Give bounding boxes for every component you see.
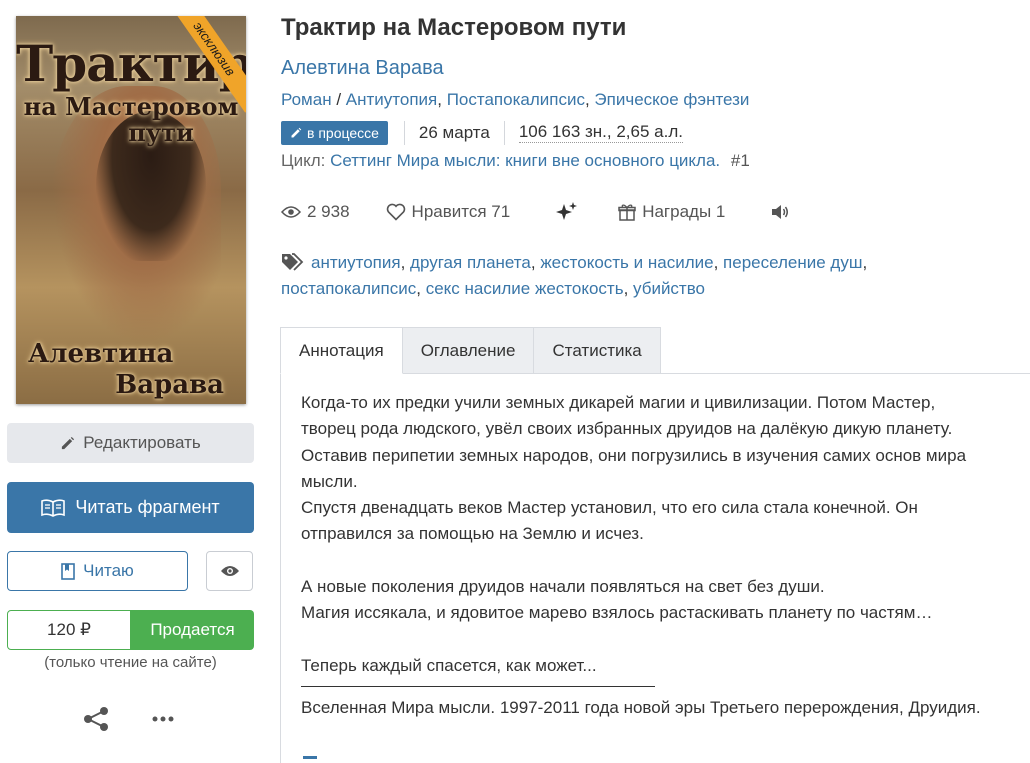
tags-icon (282, 253, 304, 271)
bookmark-icon (61, 562, 75, 580)
cover-title-line: пути (128, 118, 194, 147)
annotation-line: Теперь каждый спасется, как может... (301, 655, 597, 675)
views-stat: 2 938 (281, 202, 350, 222)
annotation-line: Спустя двенадцать веков Мастер установил… (301, 498, 918, 518)
annotation-line: А новые поколения друидов начали появлят… (301, 577, 825, 597)
annotation-line: Магия иссякала, и ядовитое марево взялос… (301, 603, 933, 623)
annotation-line: отправился за помощью на Землю и исчез. (301, 524, 644, 544)
cycle-number: #1 (730, 151, 750, 170)
truncated-link[interactable] (303, 756, 317, 759)
genre-list: Роман / Антиутопия, Постапокалипсис, Эпи… (281, 90, 749, 110)
share-icon[interactable] (82, 706, 110, 732)
cover-author-line: Алевтина (28, 339, 174, 369)
price-note: (только чтение на сайте) (44, 654, 217, 671)
cycle-link[interactable]: Сеттинг Мира мысли: книги вне основного … (330, 151, 720, 170)
open-book-icon (41, 498, 66, 517)
read-fragment-button[interactable]: Читать фрагмент (7, 482, 254, 533)
annotation-line: творец рода людского, увёл своих избранн… (301, 419, 953, 439)
status-badge-label: в процессе (307, 124, 379, 141)
tab-contents[interactable]: Оглавление (402, 327, 535, 374)
book-title: Трактир на Мастеровом пути (281, 14, 627, 41)
annotation-line: Когда-то их предки учили земных дикарей … (301, 393, 936, 412)
tag-separator: , (713, 253, 724, 272)
sparkle-button[interactable] (556, 202, 578, 222)
tag-separator: , (416, 279, 426, 298)
genre-separator: , (584, 90, 595, 109)
buy-button[interactable]: Продается (131, 610, 254, 650)
pencil-icon (291, 127, 302, 137)
tag-link[interactable]: другая планета (410, 253, 531, 272)
like-button[interactable]: Нравится 71 (386, 202, 511, 222)
audio-button[interactable] (771, 204, 789, 220)
tag-separator: , (862, 253, 868, 272)
genre-separator: / (336, 90, 346, 109)
sparkles-icon (556, 202, 578, 220)
heart-icon (386, 203, 405, 221)
divider (403, 120, 405, 145)
genre-link[interactable]: Постапокалипсис (447, 90, 585, 109)
eye-icon (281, 206, 301, 218)
tag-link[interactable]: жестокость и насилие (540, 253, 713, 272)
annotation-text: Когда-то их предки учили земных дикарей … (301, 390, 1016, 722)
divider (503, 120, 505, 145)
tag-separator: , (530, 253, 541, 272)
genre-separator: , (437, 90, 447, 109)
tag-link[interactable]: антиутопия (311, 253, 401, 272)
stats-row: 2 938 Нравится 71 Награды 1 (281, 199, 789, 225)
author-link[interactable]: Алевтина Варава (281, 57, 444, 80)
views-count: 2 938 (307, 202, 350, 221)
speaker-icon (772, 205, 789, 219)
tag-separator: , (400, 253, 411, 272)
tab-statistics[interactable]: Статистика (534, 327, 661, 374)
cover-author-line: Варава (115, 370, 224, 400)
cycle-row: Цикл: Сеттинг Мира мысли: книги вне осно… (281, 151, 750, 171)
likes-label: Нравится 71 (411, 202, 511, 221)
genre-link[interactable]: Антиутопия (346, 90, 437, 109)
cycle-label: Цикл: (281, 151, 326, 170)
book-status-row: в процессе 26 марта 106 163 зн., 2,65 а.… (281, 119, 683, 146)
tab-bar: Аннотация Оглавление Статистика (280, 327, 661, 374)
annotation-line: Оставив перипетии земных народов, они по… (301, 445, 967, 465)
edit-button[interactable]: Редактировать (7, 423, 254, 463)
price-display: 120 ₽ (7, 610, 131, 650)
eye-icon (220, 566, 239, 576)
tag-link[interactable]: переселение душ (723, 253, 862, 272)
reading-button-label: Читаю (83, 561, 134, 580)
tag-list: антиутопия, другая планета, жестокость и… (281, 250, 921, 302)
book-cover[interactable]: Трактир на Мастеровом пути Алевтина Вара… (16, 16, 246, 404)
tag-separator: , (623, 279, 634, 298)
edit-button-label: Редактировать (83, 433, 201, 452)
read-fragment-label: Читать фрагмент (75, 497, 220, 517)
horizontal-rule (301, 679, 655, 688)
annotation-line: мысли. (301, 471, 358, 491)
annotation-line: Вселенная Мира мысли. 1997-2011 года нов… (301, 698, 981, 718)
reading-button[interactable]: Читаю (7, 551, 188, 591)
gift-icon (618, 204, 636, 221)
genre-link[interactable]: Роман (281, 90, 332, 109)
watch-button[interactable] (206, 551, 253, 591)
tab-annotation[interactable]: Аннотация (280, 327, 403, 374)
update-date: 26 марта (418, 122, 490, 142)
tag-link[interactable]: постапокалипсис (281, 279, 416, 298)
status-badge: в процессе (281, 120, 388, 145)
awards-button[interactable]: Награды 1 (618, 202, 725, 222)
more-options-icon[interactable] (150, 708, 176, 730)
cover-title-line: на Мастеровом (23, 92, 239, 121)
awards-label: Награды 1 (642, 202, 726, 221)
genre-link[interactable]: Эпическое фэнтези (594, 90, 749, 109)
pencil-icon (62, 436, 75, 449)
book-size[interactable]: 106 163 зн., 2,65 а.л. (518, 122, 683, 143)
tag-link[interactable]: убийство (633, 279, 705, 298)
tag-link[interactable]: секс насилие жестокость (426, 279, 624, 298)
